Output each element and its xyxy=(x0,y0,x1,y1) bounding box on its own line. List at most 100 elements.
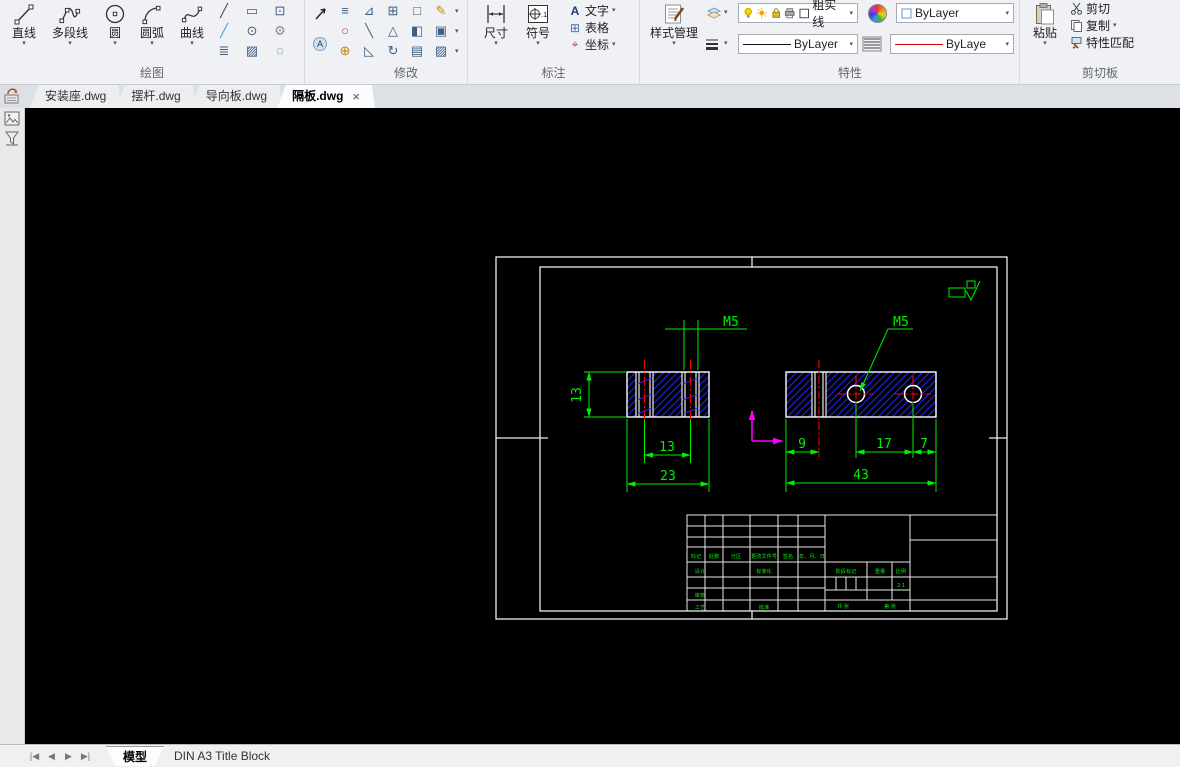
copy-button[interactable]: 复制 ▾ xyxy=(1070,17,1134,34)
tb-process: 工艺 xyxy=(695,604,705,611)
modify-extend-icon[interactable]: ⊿ xyxy=(357,1,381,21)
doc-tab-baigan[interactable]: 摆杆.dwg xyxy=(116,85,195,108)
dropdown-caret-icon: ▾ xyxy=(190,40,194,47)
dropdown-caret-icon: ▾ xyxy=(1043,40,1047,47)
doc-tab-daoxiangban[interactable]: 导向板.dwg xyxy=(191,85,282,108)
tb-design: 设计 xyxy=(695,567,705,575)
cad-application-window: 直线 ▾ 多段线 ▾ 圆 ▾ 圆弧 ▾ 曲线 ▾ ╱ ▭ ⊡ ╱ ⊙ ⚙ ≣ ▨… xyxy=(0,0,1180,767)
style-manager-button[interactable]: 样式管理 ▾ xyxy=(645,0,703,47)
surface-finish-symbol xyxy=(948,280,981,302)
linetype2-dropdown[interactable]: ByLayer ▾ xyxy=(890,34,1014,54)
nav-prev-icon[interactable]: ◀ xyxy=(45,751,58,762)
dimension-button[interactable]: 尺寸 ▾ xyxy=(476,0,516,47)
dense-lines-icon[interactable] xyxy=(862,36,882,52)
arc-label: 圆弧 xyxy=(139,26,164,40)
modify-3d-box-icon[interactable]: ▤ xyxy=(405,41,429,61)
dropdown-caret-icon: ▾ xyxy=(849,9,854,17)
color-dropdown[interactable]: ByLayer ▾ xyxy=(896,3,1014,23)
point-tool-icon[interactable]: ◌ xyxy=(268,41,292,61)
layer-tools-icon[interactable] xyxy=(706,5,722,21)
modify-chamfer-icon[interactable]: ◺ xyxy=(357,41,381,61)
doc-tab-anzhuangzuo[interactable]: 安装座.dwg xyxy=(30,85,121,108)
circle-button[interactable]: 圆 ▾ xyxy=(98,0,132,47)
coordinate-button[interactable]: ⌖ 坐标 ▾ xyxy=(568,36,616,53)
modify-explode-icon[interactable]: □ xyxy=(405,1,429,21)
modify-trim-icon[interactable]: ✎ xyxy=(429,1,453,21)
layer-freeze-sun-icon xyxy=(756,7,768,19)
linetype-dropdown[interactable]: ByLayer ▾ xyxy=(738,34,858,54)
match-properties-button[interactable]: 特性匹配 xyxy=(1070,34,1134,51)
line-button[interactable]: 直线 ▾ xyxy=(6,0,42,47)
layer-color-swatch-icon xyxy=(799,8,809,18)
modify-mirror-icon[interactable]: △ xyxy=(381,21,405,41)
modify-break-icon[interactable]: ⊞ xyxy=(381,1,405,21)
dropdown-caret-icon[interactable]: ▾ xyxy=(455,48,459,55)
arc-button[interactable]: 圆弧 ▾ xyxy=(132,0,172,47)
curve-button[interactable]: 曲线 ▾ xyxy=(172,0,212,47)
lineweight-icon[interactable] xyxy=(704,37,720,51)
draw-extra-tools: ╱ ▭ ⊡ ╱ ⊙ ⚙ ≣ ▨ ◌ xyxy=(212,1,296,61)
text-icon: A xyxy=(570,3,580,18)
table-icon: ⊞ xyxy=(569,20,581,35)
close-tab-icon[interactable]: × xyxy=(352,85,360,108)
gear-tool-icon[interactable]: ⚙ xyxy=(268,21,292,41)
modify-spin-icon[interactable]: ↻ xyxy=(381,41,405,61)
cut-button[interactable]: 剪切 xyxy=(1070,0,1134,17)
modify-move-icon[interactable]: ○ xyxy=(333,21,357,41)
text-button[interactable]: A 文字 ▾ xyxy=(568,2,616,19)
restore-layout-icon[interactable] xyxy=(3,86,23,105)
tb-rev-header: 年、月、日 xyxy=(799,552,825,560)
modify-rotate-icon[interactable]: ⊕ xyxy=(333,41,357,61)
nav-next-icon[interactable]: ▶ xyxy=(62,751,75,762)
nav-first-icon[interactable]: |◀ xyxy=(28,751,41,762)
ray-tool-icon[interactable]: ╱ xyxy=(212,21,236,41)
dim-right-edge: 7 xyxy=(920,437,928,452)
construction-line-icon[interactable]: ╱ xyxy=(212,1,236,21)
linetype-sample-icon xyxy=(743,43,791,45)
modify-panel-label: 修改 xyxy=(393,66,418,80)
polyline-icon xyxy=(59,7,81,24)
nav-last-icon[interactable]: ▶| xyxy=(79,751,92,762)
tb-approve: 批准 xyxy=(759,603,769,611)
drawing-canvas[interactable]: 13 13 23 9 17 7 43 M5 M5 标记 处数 分区 更改文件号 … xyxy=(25,108,1180,744)
block-tool-icon[interactable]: ⊡ xyxy=(268,1,292,21)
dropdown-caret-icon[interactable]: ▾ xyxy=(724,40,728,47)
hatch-tool-icon[interactable]: ▨ xyxy=(240,41,264,61)
modify-annotative-icon[interactable]: A xyxy=(312,36,328,52)
viewport-image-icon[interactable] xyxy=(3,110,21,127)
layout-tab-din-a3[interactable]: DIN A3 Title Block xyxy=(157,746,287,766)
model-tab[interactable]: 模型 xyxy=(106,746,164,766)
dropdown-caret-icon: ▾ xyxy=(22,40,26,47)
layer-dropdown[interactable]: 粗实线 ▾ xyxy=(738,0,858,29)
polyline-button[interactable]: 多段线 ▾ xyxy=(42,0,98,47)
filter-funnel-icon[interactable] xyxy=(3,130,21,147)
modify-copy-icon[interactable]: ▣ xyxy=(429,21,453,41)
modify-select-arrow-icon[interactable] xyxy=(313,6,329,22)
modify-hatch-edit-icon[interactable]: ▨ xyxy=(429,41,453,61)
modify-array-icon[interactable]: ≡ xyxy=(333,1,357,21)
panel-annotate: 尺寸 ▾ .1 符号 ▾ A 文字 ▾ ⊞ 表格 ⌖ 坐标 ▾ 标注 xyxy=(468,0,640,84)
color-wheel-icon[interactable] xyxy=(868,4,887,23)
table-lines-icon[interactable]: ≣ xyxy=(212,41,236,61)
coordinate-icon: ⌖ xyxy=(571,37,579,51)
dropdown-caret-icon: ▾ xyxy=(1113,22,1117,29)
modify-fillet-icon[interactable]: ◧ xyxy=(405,21,429,41)
left-section-view xyxy=(626,360,710,425)
table-button[interactable]: ⊞ 表格 xyxy=(568,19,616,36)
symbol-button[interactable]: .1 符号 ▾ xyxy=(516,0,560,47)
left-toolbar-strip xyxy=(0,108,25,744)
dropdown-caret-icon[interactable]: ▾ xyxy=(455,28,459,35)
doc-tab-geban-active[interactable]: 隔板.dwg × xyxy=(277,85,375,108)
region-tool-icon[interactable]: ⊙ xyxy=(240,21,264,41)
dropdown-caret-icon[interactable]: ▾ xyxy=(455,8,459,15)
status-bar: |◀ ◀ ▶ ▶| 模型 DIN A3 Title Block xyxy=(0,744,1180,767)
dropdown-caret-icon: ▾ xyxy=(68,40,72,47)
tb-weight: 重量 xyxy=(875,567,885,575)
linetype2-sample-icon xyxy=(895,43,943,45)
dropdown-caret-icon[interactable]: ▾ xyxy=(724,9,728,16)
rectangle-tool-icon[interactable]: ▭ xyxy=(240,1,264,21)
paste-button[interactable]: 粘贴 ▾ xyxy=(1025,0,1065,47)
model-tab-label: 模型 xyxy=(123,750,148,764)
circle-icon xyxy=(105,4,125,24)
modify-offset-icon[interactable]: ╲ xyxy=(357,21,381,41)
